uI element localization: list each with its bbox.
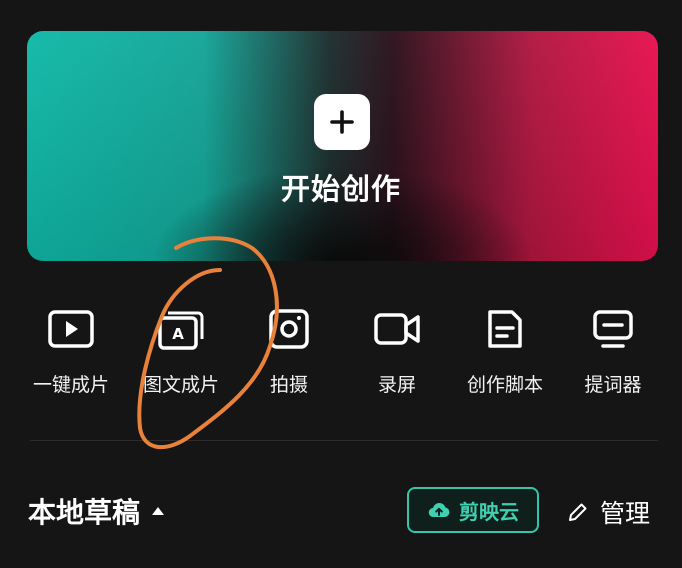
tool-screen-record[interactable]: 录屏 (342, 300, 452, 397)
manage-label: 管理 (600, 499, 651, 528)
start-creation-title: 开始创作 (280, 172, 401, 206)
tool-camera[interactable]: 拍摄 (234, 300, 344, 397)
manage-button[interactable]: 管理 (566, 494, 650, 530)
tool-label: 创作脚本 (466, 374, 543, 396)
cloud-button-label: 剪映云 (459, 499, 519, 524)
cloud-button[interactable]: 剪映云 (407, 487, 539, 533)
play-square-icon (16, 300, 126, 358)
teleprompter-icon (558, 300, 668, 358)
tool-label: 一键成片 (32, 374, 109, 396)
tool-creation-script[interactable]: 创作脚本 (450, 300, 560, 397)
plus-icon[interactable] (314, 94, 370, 150)
tool-label: 录屏 (377, 374, 416, 396)
local-drafts-title: 本地草稿 (28, 496, 141, 529)
tool-one-click-video[interactable]: 一键成片 (16, 300, 126, 397)
tool-label: 拍摄 (269, 374, 308, 396)
video-record-icon (342, 300, 452, 358)
camera-icon (234, 300, 344, 358)
text-to-video-icon: A (126, 300, 236, 358)
tool-label: 图文成片 (142, 374, 219, 396)
section-divider (30, 440, 658, 441)
cloud-upload-icon (428, 503, 450, 518)
tool-label: 提词器 (584, 374, 642, 396)
script-document-icon (450, 300, 560, 358)
tool-text-to-video[interactable]: A 图文成片 (126, 300, 236, 397)
caret-up-icon (152, 507, 165, 515)
tool-teleprompter[interactable]: 提词器 (558, 300, 668, 397)
creation-tools-row: 一键成片 A 图文成片 拍摄 录屏 创作脚本 提词器 (0, 300, 682, 410)
local-drafts-header[interactable]: 本地草稿 (28, 491, 165, 531)
svg-text:A: A (172, 325, 184, 343)
pencil-icon (569, 503, 587, 521)
